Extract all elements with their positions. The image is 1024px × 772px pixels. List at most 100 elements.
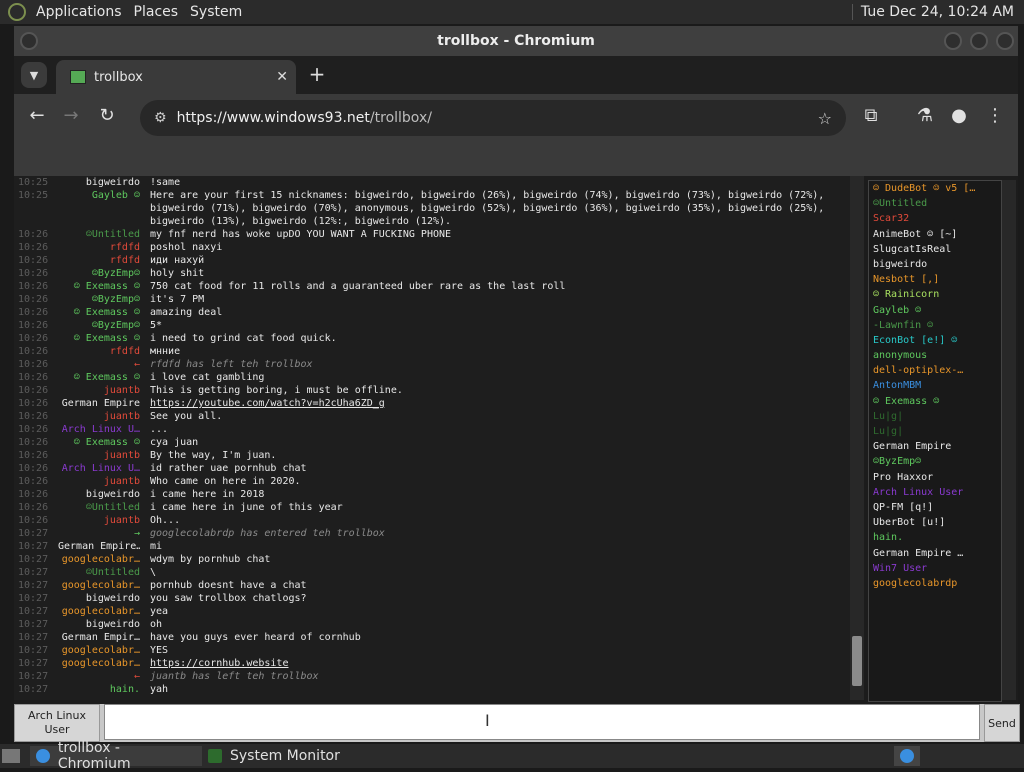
- message-text[interactable]: https://youtube.com/watch?v=h2cUha6ZD_g: [140, 397, 850, 410]
- message-nick[interactable]: rfdfd: [58, 241, 140, 254]
- window-menu-button[interactable]: [20, 32, 38, 50]
- message-nick[interactable]: ←: [58, 358, 140, 371]
- message-nick[interactable]: ☺ Exemass ☺: [58, 436, 140, 449]
- user-list-item[interactable]: QP-FM [q!]: [869, 500, 1001, 515]
- message-nick[interactable]: rfdfd: [58, 345, 140, 358]
- message-nick[interactable]: bigweirdo: [58, 176, 140, 189]
- maximize-button[interactable]: [970, 32, 988, 50]
- forward-arrow-icon[interactable]: →: [58, 105, 84, 126]
- tab-close-icon[interactable]: ✕: [276, 69, 288, 85]
- user-list-item[interactable]: Nesbott [,]: [869, 272, 1001, 287]
- message-nick[interactable]: juantb: [58, 475, 140, 488]
- message-nick[interactable]: juantb: [58, 384, 140, 397]
- workspace-switcher[interactable]: [894, 746, 920, 766]
- message-nick[interactable]: googlecolabr…: [58, 657, 140, 670]
- chat-log[interactable]: 10:25 bigweirdo !same 10:25 Gayleb ☺ Here are…: [14, 176, 850, 700]
- back-arrow-icon[interactable]: ←: [24, 105, 50, 126]
- clock[interactable]: Tue Dec 24, 10:24 AM: [853, 4, 1024, 20]
- message-link[interactable]: https://cornhub.website: [150, 658, 288, 669]
- message-nick[interactable]: Arch Linux U…: [58, 462, 140, 475]
- user-list-item[interactable]: ☺ Exemass ☺: [869, 394, 1001, 409]
- user-list-item[interactable]: bigweirdo: [869, 257, 1001, 272]
- bookmark-star-icon[interactable]: ☆: [818, 109, 832, 128]
- user-list-item[interactable]: Gayleb ☺: [869, 303, 1001, 318]
- user-list-item[interactable]: dell-optiplex-…: [869, 363, 1001, 378]
- message-input[interactable]: Ι: [104, 704, 980, 740]
- user-list-item[interactable]: Scar32: [869, 211, 1001, 226]
- message-nick[interactable]: juantb: [58, 449, 140, 462]
- user-list-item[interactable]: AntonMBM: [869, 378, 1001, 393]
- message-nick[interactable]: ☺Untitled: [58, 501, 140, 514]
- message-nick[interactable]: rfdfd: [58, 254, 140, 267]
- window-titlebar[interactable]: trollbox - Chromium: [14, 26, 1018, 56]
- url-text[interactable]: https://www.windows93.net/trollbox/: [177, 110, 432, 126]
- message-text[interactable]: https://cornhub.website: [140, 657, 850, 670]
- message-nick[interactable]: bigweirdo: [58, 618, 140, 631]
- message-nick[interactable]: ☺ Exemass ☺: [58, 371, 140, 384]
- message-nick[interactable]: googlecolabr…: [58, 553, 140, 566]
- user-list-item[interactable]: Arch Linux User: [869, 485, 1001, 500]
- user-list-scrollbar[interactable]: [1002, 180, 1016, 700]
- reload-icon[interactable]: ↻: [94, 105, 120, 126]
- user-list-item[interactable]: AnimeBot ☺ [~]: [869, 227, 1001, 242]
- message-nick[interactable]: googlecolabr…: [58, 644, 140, 657]
- message-nick[interactable]: ☺ Exemass ☺: [58, 306, 140, 319]
- nickname-button[interactable]: Arch Linux User: [14, 704, 100, 742]
- message-nick[interactable]: juantb: [58, 410, 140, 423]
- profile-avatar-icon[interactable]: ●: [946, 105, 972, 126]
- address-bar[interactable]: ⚙ https://www.windows93.net/trollbox/ ☆: [140, 100, 846, 136]
- menu-places[interactable]: Places: [128, 4, 185, 20]
- minimize-button[interactable]: [944, 32, 962, 50]
- user-list[interactable]: ☺ DudeBot ☺ v5 [… ☺Untitled Scar32 AnimeBot…: [868, 180, 1002, 702]
- user-list-item[interactable]: UberBot [u!]: [869, 515, 1001, 530]
- message-nick[interactable]: Arch Linux U…: [58, 423, 140, 436]
- message-nick[interactable]: bigweirdo: [58, 592, 140, 605]
- user-list-item[interactable]: hain.: [869, 530, 1001, 545]
- message-link[interactable]: https://youtube.com/watch?v=h2cUha6ZD_g: [150, 398, 385, 409]
- message-nick[interactable]: bigweirdo: [58, 488, 140, 501]
- user-list-item[interactable]: Win7 User: [869, 561, 1001, 576]
- tab-search-button[interactable]: ▼: [21, 62, 47, 88]
- close-window-button[interactable]: [996, 32, 1014, 50]
- message-nick[interactable]: ☺ByzEmp☺: [58, 267, 140, 280]
- message-nick[interactable]: →: [58, 527, 140, 540]
- user-list-item[interactable]: ☺ Rainicorn: [869, 287, 1001, 302]
- taskbar-item-chromium[interactable]: trollbox - Chromium: [30, 740, 202, 772]
- menu-applications[interactable]: Applications: [30, 4, 128, 20]
- message-nick[interactable]: juantb: [58, 514, 140, 527]
- user-list-item[interactable]: ☺ByzEmp☺: [869, 454, 1001, 469]
- labs-flask-icon[interactable]: ⚗: [912, 105, 938, 126]
- message-nick[interactable]: ☺Untitled: [58, 566, 140, 579]
- user-list-item[interactable]: EconBot [e!] ☺: [869, 333, 1001, 348]
- message-nick[interactable]: hain.: [58, 683, 140, 696]
- extensions-icon[interactable]: ⧉: [858, 105, 884, 126]
- taskbar-item-system-monitor[interactable]: System Monitor: [202, 746, 346, 766]
- distro-logo-icon[interactable]: [8, 3, 26, 21]
- show-desktop-icon[interactable]: [0, 746, 22, 766]
- user-list-item[interactable]: Lu|g|: [869, 409, 1001, 424]
- new-tab-button[interactable]: +: [304, 62, 330, 86]
- message-nick[interactable]: ←: [58, 670, 140, 683]
- message-nick[interactable]: googlecolabr…: [58, 605, 140, 618]
- chat-scrollbar[interactable]: [850, 176, 864, 700]
- user-list-item[interactable]: -Lawnfin ☺: [869, 318, 1001, 333]
- more-menu-icon[interactable]: ⋮: [982, 105, 1008, 126]
- message-nick[interactable]: Gayleb ☺: [58, 189, 140, 228]
- message-nick[interactable]: ☺ Exemass ☺: [58, 332, 140, 345]
- message-nick[interactable]: ☺Untitled: [58, 228, 140, 241]
- user-list-item[interactable]: Pro Haxxor: [869, 470, 1001, 485]
- message-nick[interactable]: ☺ByzEmp☺: [58, 293, 140, 306]
- tab-trollbox[interactable]: trollbox ✕: [56, 60, 296, 94]
- user-list-item[interactable]: SlugcatIsReal: [869, 242, 1001, 257]
- user-list-item[interactable]: German Empire: [869, 439, 1001, 454]
- message-nick[interactable]: German Empire: [58, 397, 140, 410]
- message-nick[interactable]: German Empir…: [58, 631, 140, 644]
- user-list-item[interactable]: googlecolabrdp: [869, 576, 1001, 591]
- message-nick[interactable]: German Empire…: [58, 540, 140, 553]
- message-nick[interactable]: ☺ByzEmp☺: [58, 319, 140, 332]
- send-button[interactable]: Send: [984, 704, 1020, 742]
- user-list-item[interactable]: ☺ DudeBot ☺ v5 […: [869, 181, 1001, 196]
- chat-scrollbar-thumb[interactable]: [852, 636, 862, 686]
- user-list-item[interactable]: Lu|g|: [869, 424, 1001, 439]
- menu-system[interactable]: System: [184, 4, 248, 20]
